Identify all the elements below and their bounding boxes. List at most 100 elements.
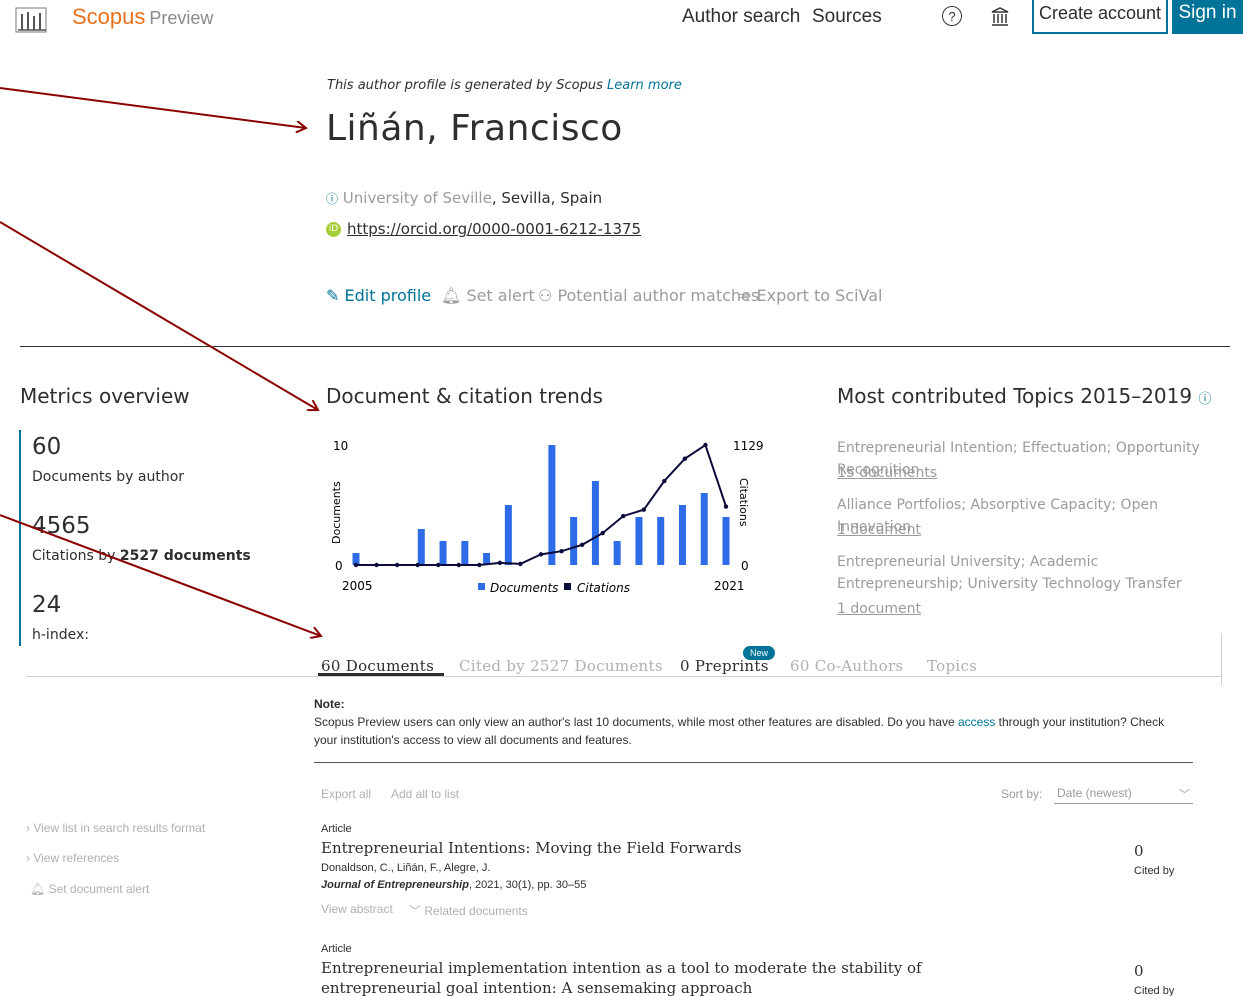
journal-details: , 2021, 30(1), pp. 30–55 [468,879,587,891]
elsevier-logo [15,7,47,33]
pencil-icon: ✎ [326,286,340,305]
hindex-label: h-index: [32,627,89,639]
citations-point [374,562,379,568]
documents-bar [635,517,643,565]
create-account-button[interactable]: Create account [1032,0,1168,34]
documents-bar [504,505,512,565]
x-tick-end: 2021 [714,579,745,593]
brand-sub: Preview [149,8,214,28]
citations-label-pre: Citations by [32,548,120,564]
documents-bar [417,529,425,565]
chevron-right-icon: › [26,821,30,835]
metrics-accent-bar [19,430,21,646]
legend-citations-swatch [564,583,571,590]
access-link[interactable]: access [958,715,995,729]
topic-docs-link[interactable]: 1 document [837,522,921,538]
set-alert-button[interactable]: 🔔︎ Set alert [441,286,535,305]
article-authors[interactable]: Donaldson, C., Liñán, F., Alegre, J. [321,862,490,874]
tab-co-authors[interactable]: 60 Co-Authors [790,657,903,675]
article-type: Article [321,943,352,955]
related-documents-button[interactable]: ﹀ Related documents [409,902,528,919]
cited-count[interactable]: 0 [1134,962,1144,980]
chevron-right-icon: › [26,851,30,865]
info-icon[interactable]: ⓘ [1198,392,1211,407]
view-references-link[interactable]: › View references [26,851,119,865]
cited-label: Cited by [1134,985,1175,996]
view-list-link[interactable]: › View list in search results format [26,821,205,835]
help-icon[interactable]: ? [942,6,962,26]
orcid: iD https://orcid.org/0000-0001-6212-1375 [326,220,641,238]
journal-name[interactable]: Journal of Entrepreneurship [321,879,469,891]
topic-name[interactable]: Entrepreneurial University; Academic Ent… [837,551,1207,595]
citations-point [723,504,729,509]
documents-bars [352,445,730,565]
bell-icon: 🔔︎ [441,286,462,305]
documents-bar [722,517,730,565]
legend-documents-swatch [478,583,485,590]
people-icon: ⚇ [538,286,553,305]
topics-title: Most contributed Topics 2015–2019 ⓘ [837,384,1211,408]
potential-matches-button[interactable]: ⚇ Potential author matches [538,286,759,305]
trends-chart: 10 0 1129 0 2005 2021 Documents Citation… [330,439,764,595]
orcid-icon: iD [326,222,341,237]
tab-cited-by[interactable]: Cited by 2527 Documents [459,657,663,675]
citations-point [538,552,544,557]
metrics-title: Metrics overview [20,384,190,408]
topic-docs-link[interactable]: 15 documents [837,465,937,481]
nav-author-search[interactable]: Author search [682,6,800,28]
view-abstract-button[interactable]: View abstract [321,902,393,916]
related-documents-label: Related documents [424,904,528,918]
y-left-label: Documents [330,481,343,544]
orcid-link[interactable]: https://orcid.org/0000-0001-6212-1375 [347,220,641,238]
article-type: Article [321,823,352,835]
legend-documents: Documents [490,581,558,595]
citations-label-docs: 2527 documents [119,548,251,564]
affiliation-location: , Sevilla, Spain [491,189,603,207]
article-title[interactable]: Entrepreneurial implementation intention… [321,958,961,996]
chevron-down-icon: ﹀ [1179,789,1190,801]
export-scival-button[interactable]: ⇨ Export to SciVal [738,286,882,305]
documents-bar [657,517,665,565]
export-all-button[interactable]: Export all [321,787,371,801]
institution-icon[interactable] [990,6,1010,28]
citations-point [456,562,461,568]
x-tick-start: 2005 [342,579,373,593]
citations-label: Citations by 2527 documents [32,548,251,564]
scopus-logo[interactable]: Scopus Preview [72,4,213,30]
cited-count[interactable]: 0 [1134,842,1144,860]
learn-more-link[interactable]: Learn more [607,78,682,93]
y-left-min: 0 [335,559,343,573]
view-references-label: View references [33,851,120,865]
set-document-alert-link[interactable]: 🔔︎ Set document alert [30,882,149,896]
tabs-border [1221,633,1222,685]
tab-topics[interactable]: Topics [927,657,977,675]
author-name: Liñán, Francisco [326,108,623,149]
brand-name: Scopus [72,4,146,29]
topics-title-text: Most contributed Topics 2015–2019 [837,384,1193,408]
documents-bar [570,517,578,565]
notice-text: This author profile is generated by Scop… [327,78,603,93]
article-journal: Journal of Entrepreneurship, 2021, 30(1)… [321,879,586,891]
article-title[interactable]: Entrepreneurial Intentions: Moving the F… [321,838,961,858]
documents-count[interactable]: 60 [32,434,61,460]
set-alert-label: Set alert [466,286,535,305]
citations-line [356,443,727,566]
citations-point [477,562,482,568]
citations-count[interactable]: 4565 [32,513,91,539]
y-left-max: 10 [333,439,348,453]
trends-title: Document & citation trends [326,384,603,408]
affiliation-link[interactable]: University of Seville [343,189,492,207]
sign-in-button[interactable]: Sign in [1172,0,1243,34]
legend-citations: Citations [577,581,630,595]
edit-profile-button[interactable]: ✎ Edit profile [326,286,431,305]
documents-bar [591,481,599,565]
topic-docs-link[interactable]: 1 document [837,601,921,617]
sort-value: Date (newest) [1057,786,1132,800]
new-badge: New [743,646,775,660]
add-to-list-button[interactable]: Add all to list [391,787,459,801]
citations-point [497,560,503,566]
profile-notice: This author profile is generated by Scop… [327,78,682,93]
sort-select[interactable]: Date (newest) ﹀ [1054,786,1193,804]
nav-sources[interactable]: Sources [812,6,882,28]
hindex-value[interactable]: 24 [32,592,61,618]
